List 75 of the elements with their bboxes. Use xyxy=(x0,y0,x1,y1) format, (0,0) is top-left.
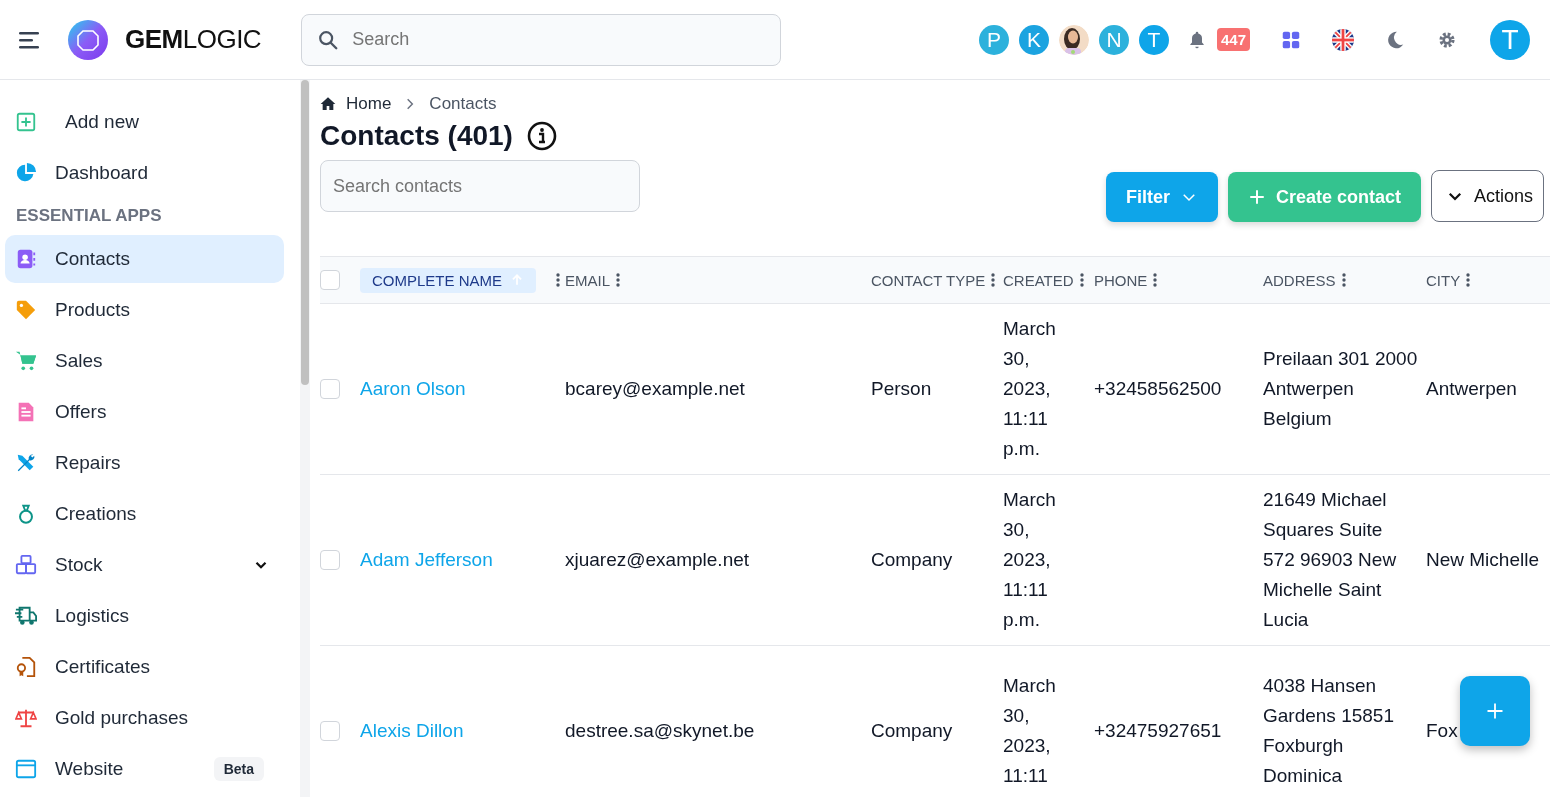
contact-card-icon xyxy=(15,248,37,270)
search-field[interactable]: Search xyxy=(301,13,782,66)
info-icon[interactable] xyxy=(526,121,557,151)
table-cell-text: March 30, 2023, 11:11 p.m. xyxy=(1003,488,1057,632)
checkbox[interactable] xyxy=(320,379,340,399)
table-cell-text: 21649 Michael Squares Suite 572 96903 New Michelle Saint Lucia xyxy=(1263,488,1398,632)
logo-text: GEMLOGIC xyxy=(125,24,262,55)
table-cell-text: +32458562500 xyxy=(1094,377,1222,401)
scale-icon xyxy=(15,707,37,729)
breadcrumb-link[interactable]: Contacts xyxy=(429,94,497,114)
table-cell-text: Fox xyxy=(1426,719,1458,743)
pie-chart-icon xyxy=(15,162,37,184)
breadcrumb-link[interactable]: Home xyxy=(346,94,392,114)
checkbox[interactable] xyxy=(320,721,340,741)
table-cell-text: xjuarez@example.net xyxy=(565,548,750,572)
sidebar-item[interactable]: Website Beta xyxy=(5,745,284,793)
page-title: Contacts (401) xyxy=(320,120,513,152)
more-vertical-icon[interactable] xyxy=(556,273,561,287)
table-cell-text: March 30, 2023, 11:11 xyxy=(1003,674,1057,788)
checkbox[interactable] xyxy=(320,550,340,570)
more-vertical-icon[interactable] xyxy=(1341,273,1346,287)
browser-window-icon xyxy=(15,758,37,780)
flag-icon[interactable] xyxy=(1332,28,1354,51)
plus-icon xyxy=(1247,188,1266,206)
wrench-screwdriver-icon xyxy=(15,452,37,474)
plus-square-icon xyxy=(15,111,37,133)
column-header[interactable]: CITY xyxy=(1426,271,1461,289)
menu-icon[interactable] xyxy=(18,30,40,49)
sidebar-item[interactable]: Dashboard xyxy=(5,149,284,197)
checkbox[interactable] xyxy=(320,270,340,290)
sidebar-item[interactable]: Contacts xyxy=(5,235,284,283)
table-cell-text: +32475927651 xyxy=(1094,719,1222,743)
sidebar-item[interactable]: Products xyxy=(5,286,284,334)
cart-icon xyxy=(15,350,37,372)
table-cell-text: March 30, 2023, 11:11 p.m. xyxy=(1003,317,1057,461)
table-cell-text: New Michelle xyxy=(1426,548,1539,572)
scrollbar-thumb[interactable] xyxy=(301,80,309,385)
table-cell-text: Antwerpen xyxy=(1426,377,1517,401)
sidebar-item[interactable]: Certificates xyxy=(5,643,284,691)
sidebar-item[interactable]: Sales xyxy=(5,337,284,385)
sidebar-item[interactable]: Gold purchases xyxy=(5,694,284,742)
search-icon xyxy=(317,28,340,51)
home-icon xyxy=(320,96,336,112)
search-field[interactable]: Search contacts xyxy=(320,160,640,212)
actions-button[interactable]: Actions xyxy=(1430,170,1544,222)
table-cell-text: bcarey@example.net xyxy=(565,377,745,401)
column-header[interactable]: COMPLETE NAME xyxy=(360,267,537,293)
table-cell-text: Person xyxy=(871,377,932,401)
sidebar-item[interactable]: Repairs xyxy=(5,439,284,487)
table-cell-text: Company xyxy=(871,548,953,572)
column-header[interactable]: EMAIL xyxy=(565,271,610,289)
table-cell-text: destree.sa@skynet.be xyxy=(565,719,755,743)
sidebar-item[interactable]: Offers xyxy=(5,388,284,436)
more-vertical-icon[interactable] xyxy=(1466,273,1471,287)
section-heading: ESSENTIAL APPS xyxy=(15,205,163,227)
certificate-icon xyxy=(15,656,37,678)
more-vertical-icon[interactable] xyxy=(1079,273,1084,287)
sidebar-item[interactable]: Logistics xyxy=(5,592,284,640)
column-header[interactable]: PHONE xyxy=(1094,271,1148,289)
notification-count: 447 xyxy=(1216,28,1250,51)
beta-badge: Beta xyxy=(213,757,264,781)
more-vertical-icon[interactable] xyxy=(1153,273,1158,287)
truck-icon xyxy=(15,605,37,627)
tag-icon xyxy=(15,299,37,321)
boxes-icon xyxy=(15,554,37,576)
column-header[interactable]: ADDRESS xyxy=(1263,271,1336,289)
sidebar-item[interactable]: Creations xyxy=(5,490,284,538)
table-cell-text: Preilaan 301 2000 Antwerpen Belgium xyxy=(1263,347,1418,431)
more-vertical-icon[interactable] xyxy=(991,273,996,287)
table-cell-text: 4038 Hansen Gardens 15851 Foxburgh Dominica xyxy=(1263,674,1395,788)
sidebar-item[interactable]: Stock xyxy=(5,541,284,589)
table-cell-text: Company xyxy=(871,719,953,743)
add-new-button[interactable]: Add new xyxy=(5,98,284,146)
logo-icon xyxy=(68,19,108,60)
more-vertical-icon[interactable] xyxy=(616,273,620,287)
